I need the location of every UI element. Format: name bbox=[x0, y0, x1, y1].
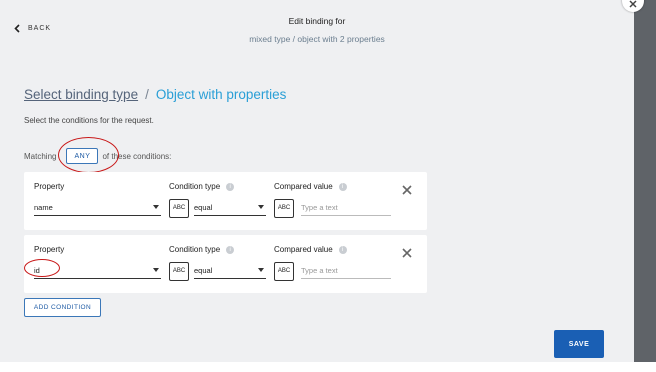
property-select[interactable]: name bbox=[34, 200, 161, 216]
breadcrumb-select-binding-type[interactable]: Select binding type bbox=[24, 87, 138, 102]
matching-suffix: of these conditions: bbox=[102, 151, 172, 161]
property-label: Property bbox=[34, 182, 65, 191]
text-type-icon: ABC bbox=[169, 199, 189, 218]
condition-card: Property id Condition type i ABC equal Co… bbox=[24, 235, 427, 293]
compared-value-label: Compared value i bbox=[274, 245, 347, 254]
breadcrumb-separator: / bbox=[145, 87, 149, 102]
compared-value-input[interactable]: Type a text bbox=[301, 263, 391, 279]
remove-condition-icon[interactable] bbox=[401, 184, 413, 196]
info-icon: i bbox=[338, 245, 347, 254]
property-label: Property bbox=[34, 245, 65, 254]
page-title: Edit binding for bbox=[288, 16, 346, 26]
breadcrumb-current: Object with properties bbox=[155, 87, 287, 102]
scrollbar[interactable] bbox=[634, 0, 656, 362]
compared-value-input[interactable]: Type a text bbox=[301, 200, 391, 216]
condition-card: Property name Condition type i ABC equal … bbox=[24, 172, 427, 230]
condition-type-label: Condition type i bbox=[169, 245, 235, 254]
property-value: id bbox=[34, 266, 40, 275]
property-select[interactable]: id bbox=[34, 263, 161, 279]
compared-value-label: Compared value i bbox=[274, 182, 347, 191]
back-label: BACK bbox=[28, 25, 52, 32]
matching-row: Matching ANY of these conditions: bbox=[24, 147, 171, 165]
dropdown-arrow-icon bbox=[258, 205, 264, 209]
close-icon bbox=[629, 0, 637, 8]
remove-condition-icon[interactable] bbox=[401, 247, 413, 259]
text-type-icon: ABC bbox=[274, 199, 294, 218]
info-icon: i bbox=[226, 182, 235, 191]
dropdown-arrow-icon bbox=[153, 268, 159, 272]
info-icon: i bbox=[226, 245, 235, 254]
property-value: name bbox=[34, 203, 53, 212]
bottom-strip bbox=[0, 362, 656, 372]
condition-type-label: Condition type i bbox=[169, 182, 235, 191]
matching-prefix: Matching bbox=[24, 151, 57, 161]
dropdown-arrow-icon bbox=[153, 205, 159, 209]
condition-type-value: equal bbox=[194, 266, 213, 275]
breadcrumb: Select binding type / Object with proper… bbox=[24, 87, 286, 102]
condition-type-value: equal bbox=[194, 203, 213, 212]
condition-type-select[interactable]: equal bbox=[194, 200, 266, 216]
add-condition-button[interactable]: ADD CONDITION bbox=[24, 298, 101, 317]
description: Select the conditions for the request. bbox=[24, 116, 154, 125]
info-icon: i bbox=[338, 182, 347, 191]
text-type-icon: ABC bbox=[169, 262, 189, 281]
text-type-icon: ABC bbox=[274, 262, 294, 281]
matching-mode-toggle[interactable]: ANY bbox=[66, 148, 99, 164]
dropdown-arrow-icon bbox=[258, 268, 264, 272]
condition-type-select[interactable]: equal bbox=[194, 263, 266, 279]
page-subtitle: mixed type / object with 2 properties bbox=[249, 34, 385, 44]
save-button[interactable]: SAVE bbox=[554, 330, 604, 358]
